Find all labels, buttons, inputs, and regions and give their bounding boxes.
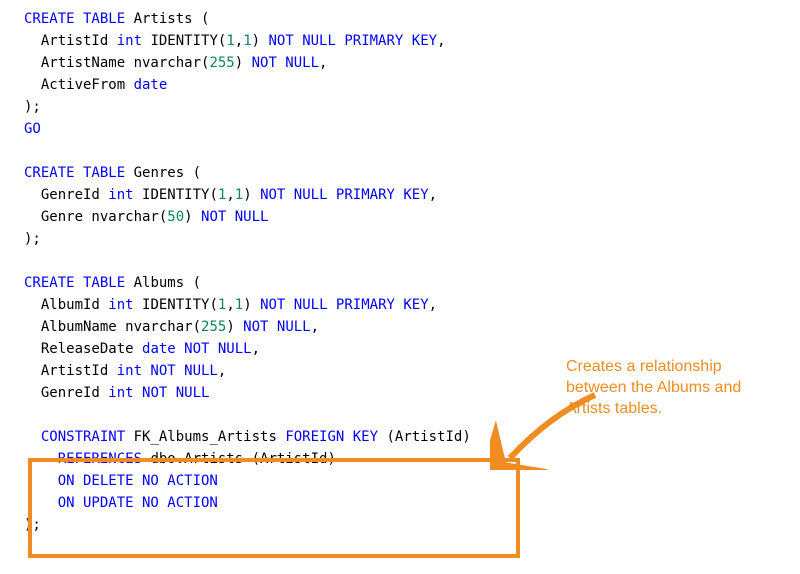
keyword: NOT NULL — [252, 55, 319, 71]
number: 1 — [226, 33, 234, 49]
keyword: CREATE TABLE — [24, 275, 125, 291]
code-text: AlbumName nvarchar( — [24, 319, 201, 335]
keyword: NOT NULL PRIMARY KEY — [268, 33, 437, 49]
code-text: , — [311, 319, 319, 335]
code-text: Genre nvarchar( — [24, 209, 167, 225]
code-text: IDENTITY( — [134, 297, 218, 313]
code-text: , — [319, 55, 327, 71]
type: int NOT NULL — [117, 363, 218, 379]
type: date NOT NULL — [142, 341, 252, 357]
keyword: CREATE TABLE — [24, 165, 125, 181]
code-text: ) — [243, 187, 260, 203]
number: 255 — [201, 319, 226, 335]
code-text: ArtistName nvarchar( — [24, 55, 209, 71]
code-text: , — [218, 363, 226, 379]
code-text: dbo.Artists (ArtistId) — [142, 451, 336, 467]
code-text: IDENTITY( — [134, 187, 218, 203]
annotation-text: Creates a relationship between the Album… — [566, 356, 776, 419]
keyword: GO — [24, 121, 41, 137]
code-text: ); — [24, 231, 41, 247]
type: int — [117, 33, 142, 49]
keyword: ON UPDATE NO ACTION — [24, 495, 218, 511]
keyword: FOREIGN KEY — [285, 429, 378, 445]
code-text: Genres ( — [125, 165, 201, 181]
code-text: ) — [184, 209, 201, 225]
code-text: GenreId — [24, 385, 108, 401]
code-text: ) — [252, 33, 269, 49]
number: 1 — [235, 187, 243, 203]
code-text: IDENTITY( — [142, 33, 226, 49]
code-text: ); — [24, 517, 41, 533]
keyword: NOT NULL — [201, 209, 268, 225]
code-text: GenreId — [24, 187, 108, 203]
sql-code-block: CREATE TABLE Artists ( ArtistId int IDEN… — [24, 8, 800, 536]
code-text: Artists ( — [125, 11, 209, 27]
keyword: NOT NULL — [243, 319, 310, 335]
code-text: FK_Albums_Artists — [125, 429, 285, 445]
code-text: ) — [235, 55, 252, 71]
code-text: , — [437, 33, 445, 49]
code-text: ) — [226, 319, 243, 335]
code-text: , — [226, 187, 234, 203]
keyword: CREATE TABLE — [24, 11, 125, 27]
type: int — [108, 187, 133, 203]
code-text: , — [429, 187, 437, 203]
code-text: , — [429, 297, 437, 313]
keyword: NOT NULL PRIMARY KEY — [260, 187, 429, 203]
code-text: , — [235, 33, 243, 49]
code-text: Albums ( — [125, 275, 201, 291]
number: 1 — [243, 33, 251, 49]
type: date — [134, 77, 168, 93]
type: int NOT NULL — [108, 385, 209, 401]
code-text: ); — [24, 99, 41, 115]
number: 1 — [235, 297, 243, 313]
code-text: ArtistId — [24, 33, 117, 49]
keyword: REFERENCES — [24, 451, 142, 467]
keyword: NOT NULL PRIMARY KEY — [260, 297, 429, 313]
code-text: AlbumId — [24, 297, 108, 313]
keyword: CONSTRAINT — [24, 429, 125, 445]
code-text: ActiveFrom — [24, 77, 134, 93]
number: 50 — [167, 209, 184, 225]
number: 255 — [209, 55, 234, 71]
code-text: ) — [243, 297, 260, 313]
code-text: ReleaseDate — [24, 341, 142, 357]
code-text: , — [252, 341, 260, 357]
type: int — [108, 297, 133, 313]
keyword: ON DELETE NO ACTION — [24, 473, 218, 489]
code-text: (ArtistId) — [378, 429, 471, 445]
code-text: , — [226, 297, 234, 313]
code-text: ArtistId — [24, 363, 117, 379]
